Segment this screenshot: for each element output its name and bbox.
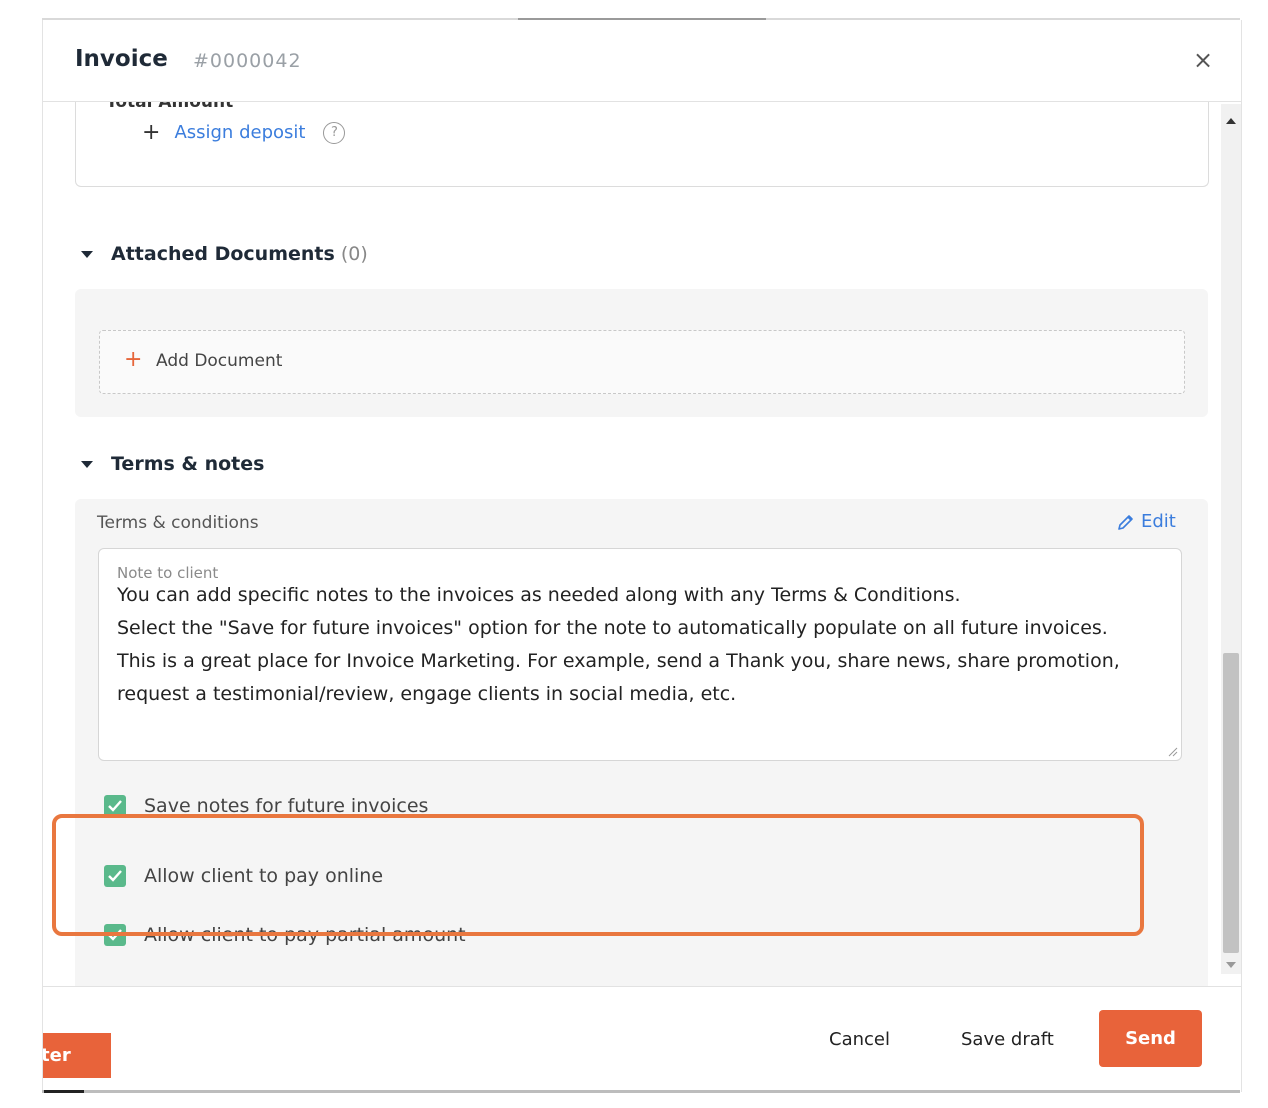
caret-down-icon (81, 250, 93, 258)
save-notes-label: Save notes for future invoices (144, 795, 429, 817)
attached-documents-title: Attached Documents (111, 243, 335, 265)
note-line: Select the "Save for future invoices" op… (117, 617, 1108, 639)
assign-deposit-label: Assign deposit (174, 122, 306, 143)
close-icon[interactable]: × (1193, 46, 1213, 74)
checkbox-checked-icon (104, 795, 126, 817)
pencil-icon (1118, 514, 1133, 530)
assign-deposit-button[interactable]: + Assign deposit ? (142, 120, 346, 145)
resize-handle-icon[interactable] (1168, 747, 1178, 757)
modal-header: Invoice #0000042 × (43, 20, 1241, 102)
terms-notes-panel: Terms & conditions Edit Note to client Y… (75, 499, 1208, 986)
background-button[interactable]: ter (43, 1033, 111, 1078)
save-notes-checkbox[interactable]: Save notes for future invoices (104, 795, 428, 817)
attached-documents-panel: + Add Document (75, 289, 1208, 417)
attached-documents-header[interactable]: Attached Documents (0) (81, 243, 368, 265)
plus-icon: + (124, 347, 143, 372)
edit-label: Edit (1141, 511, 1176, 532)
caret-down-icon (81, 460, 93, 468)
total-amount-label: Total Amount (106, 102, 234, 112)
checkbox-checked-icon (104, 924, 126, 946)
note-to-client-textarea[interactable]: Note to client You can add specific note… (98, 548, 1182, 761)
attached-documents-count: (0) (340, 243, 368, 265)
cancel-button[interactable]: Cancel (829, 1029, 890, 1050)
modal-title: Invoice (75, 46, 168, 72)
invoice-modal: Invoice #0000042 × Total Amount + Assign… (42, 20, 1242, 1092)
checkbox-checked-icon (104, 865, 126, 887)
add-document-button[interactable]: + Add Document (99, 330, 1185, 394)
scrollbar[interactable] (1221, 104, 1241, 974)
backdrop-bottom-edge (42, 1090, 1240, 1093)
invoice-number: #0000042 (193, 50, 302, 72)
pay-partial-label: Allow client to pay partial amount (144, 924, 466, 946)
send-button[interactable]: Send (1099, 1010, 1202, 1067)
edit-button[interactable]: Edit (1117, 511, 1176, 532)
scroll-down-icon[interactable] (1226, 962, 1236, 968)
modal-footer: ter Cancel Save draft Send (43, 986, 1241, 1092)
scrollbar-thumb[interactable] (1223, 653, 1239, 953)
add-document-label: Add Document (156, 351, 283, 371)
terms-conditions-label: Terms & conditions (97, 513, 259, 533)
help-icon[interactable]: ? (323, 121, 346, 144)
pay-online-checkbox[interactable]: Allow client to pay online (104, 865, 383, 887)
totals-box: Total Amount + Assign deposit ? (75, 102, 1209, 187)
terms-notes-title: Terms & notes (111, 453, 265, 475)
note-line: This is a great place for Invoice Market… (117, 650, 1120, 705)
pay-partial-checkbox[interactable]: Allow client to pay partial amount (104, 924, 466, 946)
modal-body[interactable]: Total Amount + Assign deposit ? Attached… (43, 102, 1241, 986)
pay-online-label: Allow client to pay online (144, 865, 384, 887)
note-text: You can add specific notes to the invoic… (117, 579, 1167, 711)
scroll-up-icon[interactable] (1226, 118, 1236, 124)
terms-notes-header[interactable]: Terms & notes (81, 453, 264, 475)
note-line: You can add specific notes to the invoic… (117, 584, 961, 606)
plus-icon: + (142, 120, 161, 145)
save-draft-button[interactable]: Save draft (961, 1029, 1054, 1050)
